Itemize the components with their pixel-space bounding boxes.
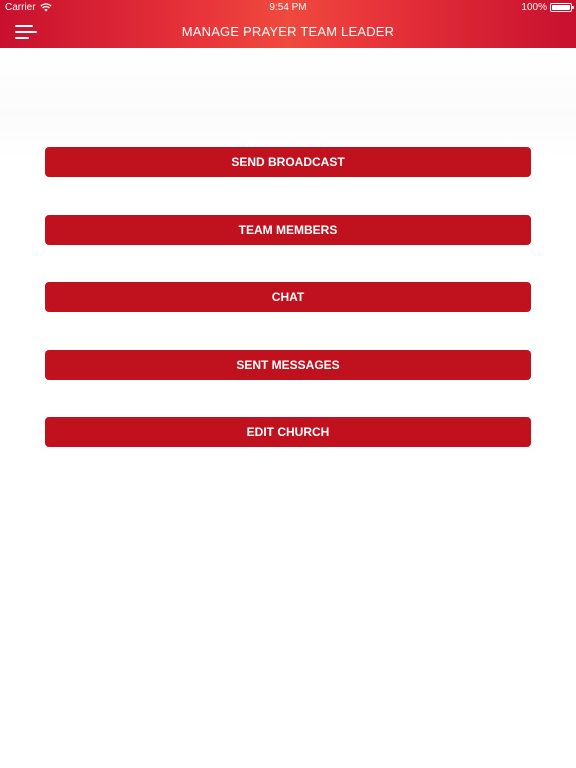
status-bar: Carrier 9:54 PM 100% [0, 0, 576, 16]
battery-indicator: 100% [521, 2, 574, 13]
edit-church-button[interactable]: EDIT CHURCH [45, 417, 531, 447]
send-broadcast-button[interactable]: SEND BROADCAST [45, 147, 531, 177]
action-list: SEND BROADCAST TEAM MEMBERS CHAT SENT ME… [45, 147, 531, 485]
team-members-button[interactable]: TEAM MEMBERS [45, 214, 531, 245]
battery-percent: 100% [521, 2, 547, 13]
battery-cap [572, 6, 574, 9]
battery-icon [550, 3, 574, 12]
clock: 9:54 PM [269, 2, 307, 13]
chat-button[interactable]: CHAT [45, 282, 531, 312]
sent-messages-button[interactable]: SENT MESSAGES [45, 349, 531, 380]
battery-fill [552, 5, 570, 10]
page-title: MANAGE PRAYER TEAM LEADER [181, 24, 395, 39]
app-header: Carrier 9:54 PM 100% MANAGE PRAYER TEAM … [0, 0, 576, 48]
content-backdrop [0, 48, 576, 158]
